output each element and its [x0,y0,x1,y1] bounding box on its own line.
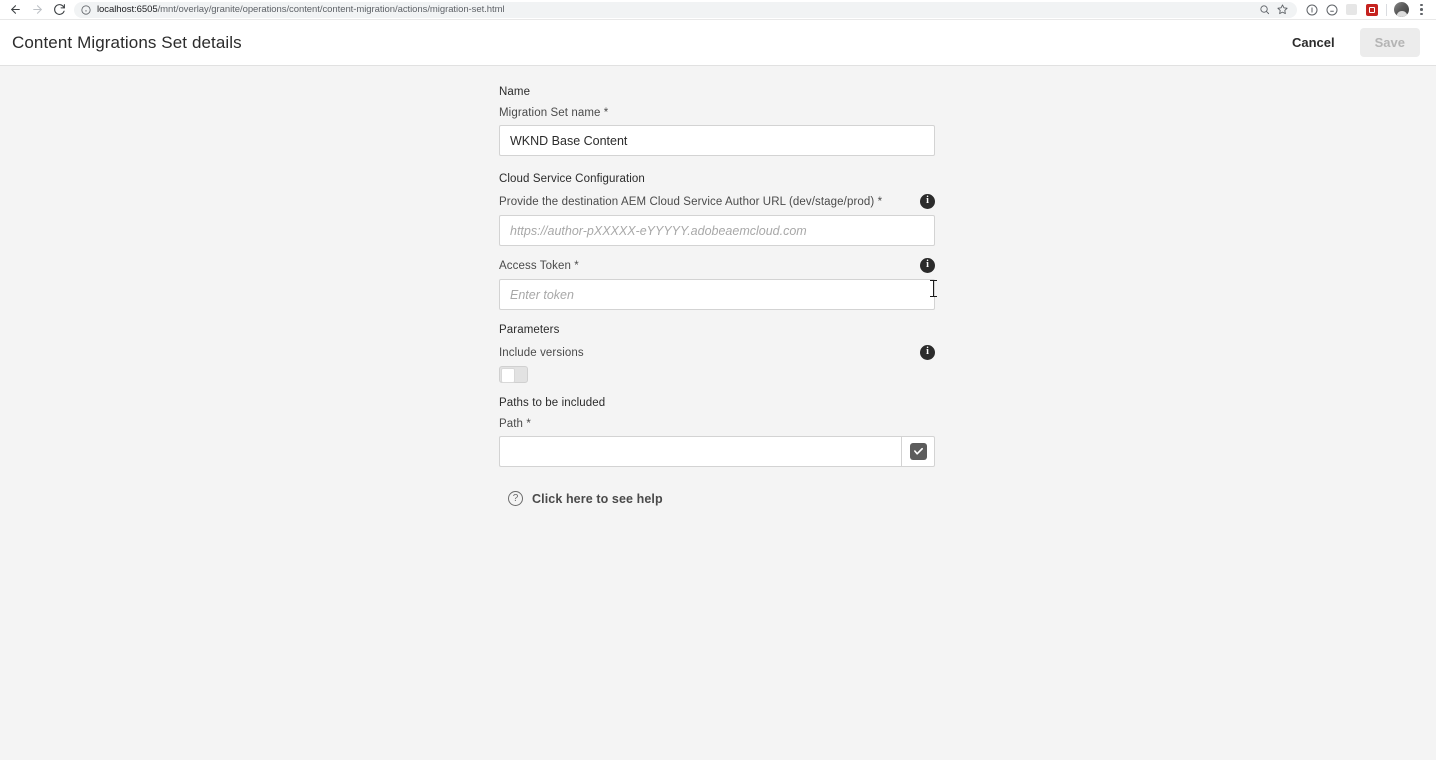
path-input-group [499,436,935,467]
section-title-name: Name [499,86,531,98]
info-icon-include-versions[interactable]: i [920,345,935,360]
header-actions: Cancel Save [1277,28,1420,57]
field-author-url: Provide the destination AEM Cloud Servic… [499,194,935,246]
extension-red-icon[interactable] [1363,1,1380,18]
address-bar[interactable]: localhost:6505/mnt/overlay/granite/opera… [74,1,1297,18]
checkbox-checked-icon [909,443,927,460]
form-content-area: Name Migration Set name * Cloud Service … [0,66,1436,760]
path-input[interactable] [499,436,901,467]
back-arrow-icon[interactable] [4,1,26,19]
url-host: localhost:6505 [97,4,158,15]
browser-extensions [1303,1,1432,18]
label-include-versions: Include versions [499,346,584,359]
cancel-button[interactable]: Cancel [1277,28,1350,57]
path-picker-button[interactable] [901,436,935,467]
label-row-include-versions: Include versions i [499,345,935,360]
label-access-token: Access Token * [499,259,579,272]
help-link[interactable]: ? Click here to see help [508,491,663,506]
browser-nav-buttons [4,1,70,19]
extension-face-icon[interactable] [1323,1,1340,18]
extension-info-icon[interactable] [1303,1,1320,18]
profile-avatar[interactable] [1393,1,1410,18]
label-row-access-token: Access Token * i [499,258,935,273]
field-access-token: Access Token * i [499,258,935,310]
save-button[interactable]: Save [1359,28,1420,57]
migration-set-form: Name Migration Set name * Cloud Service … [499,86,935,506]
help-link-label: Click here to see help [532,491,663,506]
kebab-menu-icon[interactable] [1413,1,1430,18]
field-migration-set-name: Migration Set name * [499,107,935,156]
url-path: /mnt/overlay/granite/operations/content/… [157,4,505,15]
url-text: localhost:6505/mnt/overlay/granite/opera… [97,4,505,15]
label-author-url: Provide the destination AEM Cloud Servic… [499,195,883,208]
section-title-parameters: Parameters [499,324,560,336]
section-title-cloud-service: Cloud Service Configuration [499,173,645,185]
label-row-author-url: Provide the destination AEM Cloud Servic… [499,194,935,209]
reload-icon[interactable] [48,1,70,19]
label-row-migration-set-name: Migration Set name * [499,107,935,119]
toolbar-divider [1386,3,1387,16]
author-url-input[interactable] [499,215,935,246]
info-icon-access-token[interactable]: i [920,258,935,273]
omnibox-actions [1250,2,1290,18]
field-include-versions: Include versions i [499,345,935,383]
info-icon-author-url[interactable]: i [920,194,935,209]
field-path: Path * [499,418,935,467]
star-bookmark-icon[interactable] [1274,2,1290,18]
app-header: Content Migrations Set details Cancel Sa… [0,20,1436,66]
forward-arrow-icon[interactable] [26,1,48,19]
browser-toolbar: localhost:6505/mnt/overlay/granite/opera… [0,0,1436,20]
question-mark-icon: ? [508,491,523,506]
page-title: Content Migrations Set details [12,32,242,52]
label-path: Path * [499,418,531,430]
site-info-icon[interactable] [81,4,91,15]
access-token-input[interactable] [499,279,935,310]
label-row-path: Path * [499,418,935,430]
extension-blank-icon[interactable] [1343,1,1360,18]
label-migration-set-name: Migration Set name * [499,107,609,119]
include-versions-toggle[interactable] [499,366,528,383]
migration-set-name-input[interactable] [499,125,935,156]
zoom-search-icon[interactable] [1256,2,1272,18]
section-title-paths: Paths to be included [499,397,606,409]
